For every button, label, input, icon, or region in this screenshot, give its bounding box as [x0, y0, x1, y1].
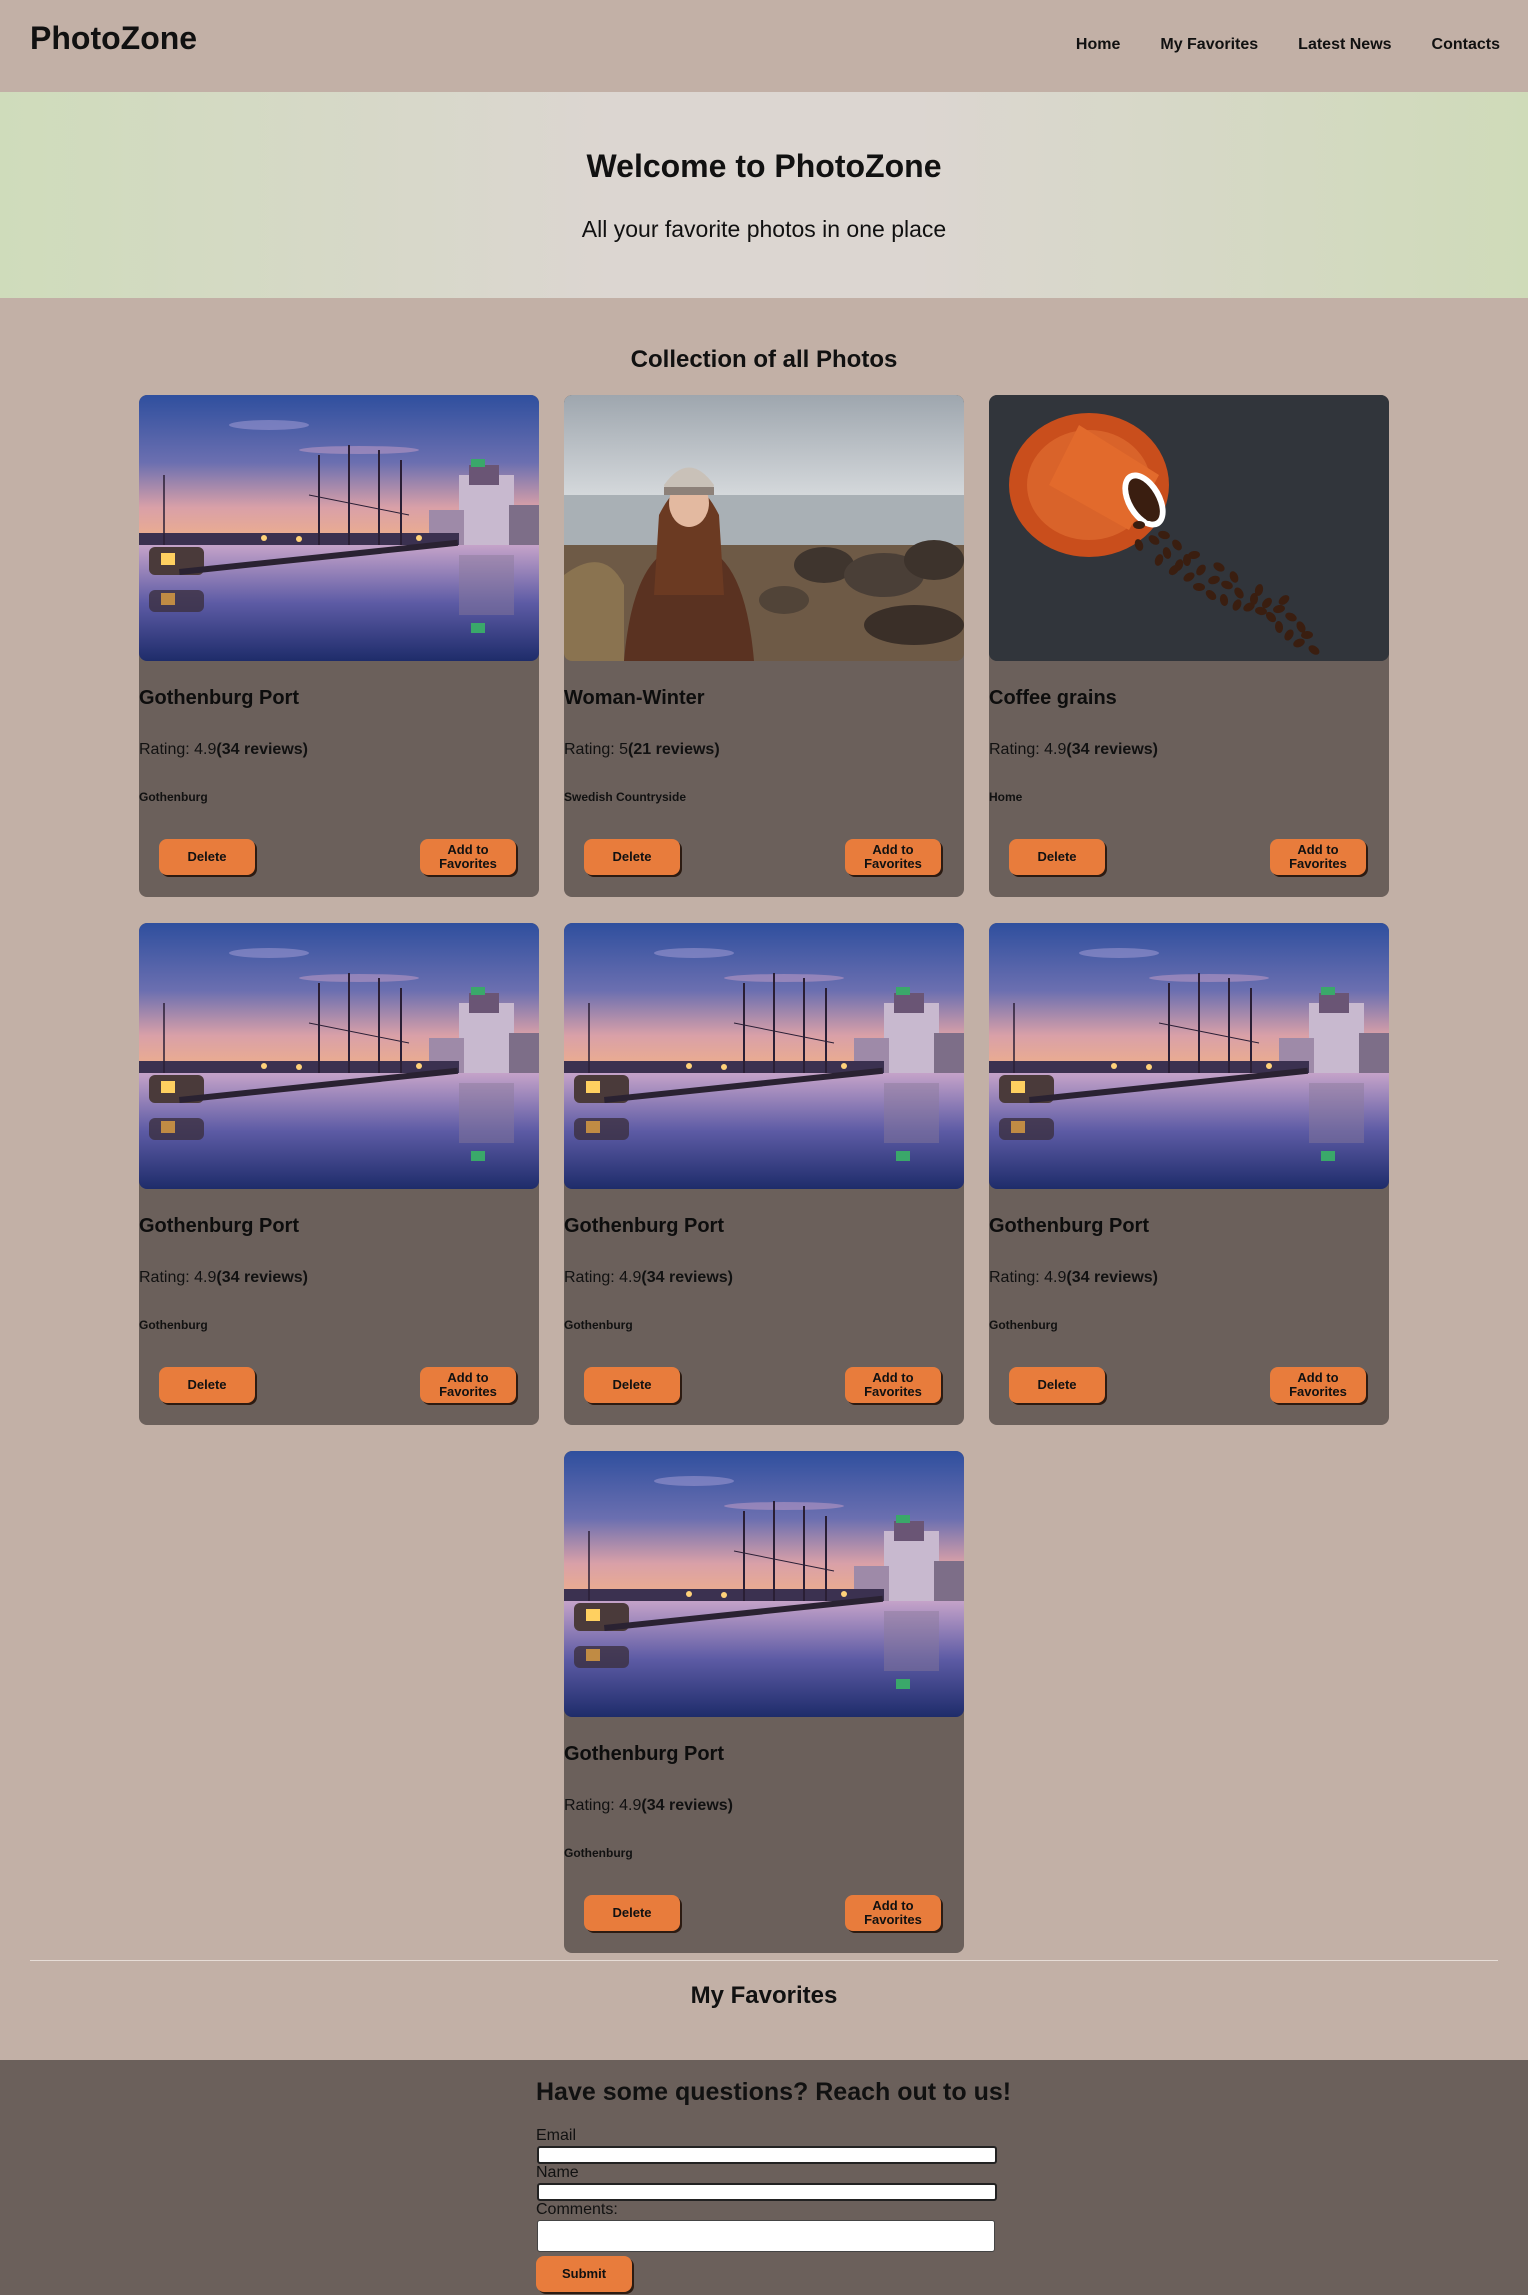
email-label: Email [536, 2127, 577, 2144]
section-divider [30, 1960, 1498, 1961]
review-count: (34 reviews) [1066, 1269, 1158, 1286]
photo-card: Gothenburg Port Rating: 4.9(34 reviews) … [564, 923, 964, 1425]
rating-value: 4.9 [194, 741, 217, 758]
photo-rating: Rating: 4.9(34 reviews) [139, 741, 308, 759]
photo-card: Woman-Winter Rating: 5(21 reviews) Swedi… [564, 395, 964, 897]
review-count: (21 reviews) [628, 741, 720, 758]
add-to-favorites-button[interactable]: Add to Favorites [1270, 1367, 1366, 1403]
contact-title: Have some questions? Reach out to us! [536, 2078, 1012, 2106]
site-header: PhotoZone Home My Favorites Latest News … [0, 0, 1528, 92]
delete-button[interactable]: Delete [584, 839, 680, 875]
brand-logo[interactable]: PhotoZone [30, 20, 197, 57]
rating-value: 4.9 [1044, 1269, 1067, 1286]
photo-rating: Rating: 5(21 reviews) [564, 741, 720, 759]
hero-title: Welcome to PhotoZone [586, 148, 942, 184]
rating-value: 4.9 [619, 1269, 642, 1286]
photo-location: Gothenburg [139, 1318, 208, 1332]
add-to-favorites-button[interactable]: Add to Favorites [845, 1367, 941, 1403]
email-field[interactable] [537, 2146, 997, 2164]
photo-location: Gothenburg [989, 1318, 1058, 1332]
rating-value: 5 [619, 741, 629, 758]
hero-subtitle: All your favorite photos in one place [581, 216, 947, 242]
photo-card: Gothenburg Port Rating: 4.9(34 reviews) … [989, 923, 1389, 1425]
collection-title: Collection of all Photos [630, 346, 898, 373]
photo-location: Swedish Countryside [564, 790, 687, 804]
review-count: (34 reviews) [1066, 741, 1158, 758]
photo-image[interactable] [139, 923, 539, 1189]
add-to-favorites-button[interactable]: Add to Favorites [845, 839, 941, 875]
photo-image[interactable] [989, 395, 1389, 661]
photo-title: Gothenburg Port [139, 687, 299, 709]
photo-location: Gothenburg [564, 1318, 633, 1332]
photo-rating: Rating: 4.9(34 reviews) [564, 1269, 733, 1287]
photo-card: Gothenburg Port Rating: 4.9(34 reviews) … [139, 395, 539, 897]
add-to-favorites-button[interactable]: Add to Favorites [1270, 839, 1366, 875]
photo-image[interactable] [564, 395, 964, 661]
hero-banner: Welcome to PhotoZone All your favorite p… [0, 92, 1528, 298]
photo-rating: Rating: 4.9(34 reviews) [564, 1797, 733, 1815]
photo-title: Gothenburg Port [139, 1215, 299, 1237]
photo-rating: Rating: 4.9(34 reviews) [989, 741, 1158, 759]
review-count: (34 reviews) [216, 1269, 308, 1286]
photo-title: Gothenburg Port [564, 1743, 724, 1765]
add-to-favorites-button[interactable]: Add to Favorites [420, 1367, 516, 1403]
delete-button[interactable]: Delete [1009, 839, 1105, 875]
photo-card: Coffee grains Rating: 4.9(34 reviews) Ho… [989, 395, 1389, 897]
rating-prefix: Rating: [564, 741, 620, 758]
nav-home[interactable]: Home [1076, 36, 1120, 54]
review-count: (34 reviews) [641, 1797, 733, 1814]
rating-prefix: Rating: [139, 1269, 195, 1286]
photo-location: Gothenburg [139, 790, 208, 804]
photo-image[interactable] [564, 1451, 964, 1717]
add-to-favorites-button[interactable]: Add to Favorites [845, 1895, 941, 1931]
rating-value: 4.9 [619, 1797, 642, 1814]
comments-field[interactable] [537, 2220, 995, 2252]
contact-footer: Have some questions? Reach out to us! [0, 2060, 1528, 2295]
rating-prefix: Rating: [989, 741, 1045, 758]
photo-title: Gothenburg Port [989, 1215, 1149, 1237]
nav-contacts[interactable]: Contacts [1432, 36, 1500, 54]
photo-title: Gothenburg Port [564, 1215, 724, 1237]
name-label: Name [536, 2164, 579, 2181]
delete-button[interactable]: Delete [1009, 1367, 1105, 1403]
review-count: (34 reviews) [216, 741, 308, 758]
main-nav: Home My Favorites Latest News Contacts [1076, 36, 1500, 54]
photo-image[interactable] [989, 923, 1389, 1189]
photo-card: Gothenburg Port Rating: 4.9(34 reviews) … [564, 1451, 964, 1953]
delete-button[interactable]: Delete [159, 839, 255, 875]
nav-latest-news[interactable]: Latest News [1298, 36, 1391, 54]
photo-title: Woman-Winter [564, 687, 705, 709]
photo-rating: Rating: 4.9(34 reviews) [139, 1269, 308, 1287]
add-to-favorites-button[interactable]: Add to Favorites [420, 839, 516, 875]
rating-prefix: Rating: [564, 1797, 620, 1814]
nav-my-favorites[interactable]: My Favorites [1160, 36, 1258, 54]
rating-value: 4.9 [1044, 741, 1067, 758]
photo-rating: Rating: 4.9(34 reviews) [989, 1269, 1158, 1287]
review-count: (34 reviews) [641, 1269, 733, 1286]
delete-button[interactable]: Delete [584, 1895, 680, 1931]
rating-prefix: Rating: [564, 1269, 620, 1286]
photo-card: Gothenburg Port Rating: 4.9(34 reviews) … [139, 923, 539, 1425]
name-field[interactable] [537, 2183, 997, 2201]
submit-button[interactable]: Submit [536, 2256, 632, 2292]
delete-button[interactable]: Delete [159, 1367, 255, 1403]
rating-prefix: Rating: [989, 1269, 1045, 1286]
photo-location: Gothenburg [564, 1846, 633, 1860]
photo-image[interactable] [564, 923, 964, 1189]
photo-image[interactable] [139, 395, 539, 661]
delete-button[interactable]: Delete [584, 1367, 680, 1403]
photo-location: Home [989, 790, 1023, 804]
rating-value: 4.9 [194, 1269, 217, 1286]
photo-title: Coffee grains [989, 687, 1117, 709]
favorites-title: My Favorites [690, 1982, 838, 2009]
rating-prefix: Rating: [139, 741, 195, 758]
comments-label: Comments: [536, 2201, 618, 2218]
